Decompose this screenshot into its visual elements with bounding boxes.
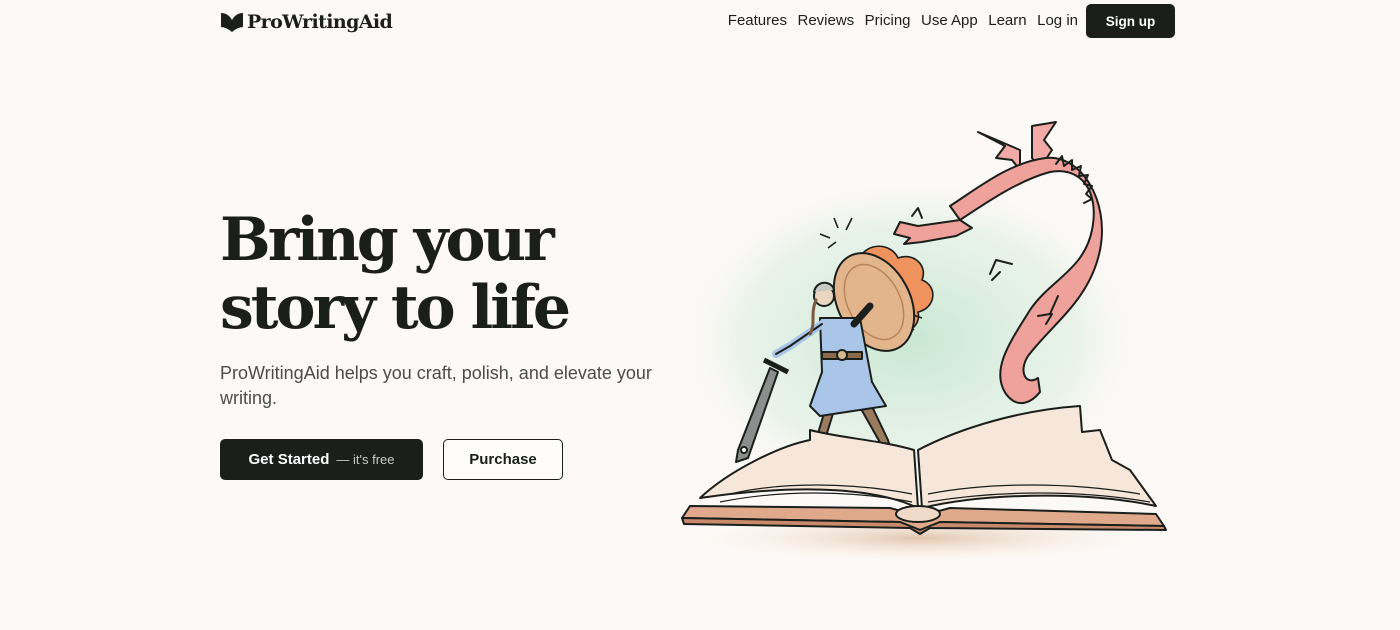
hero-illustration	[670, 121, 1170, 564]
sign-up-button[interactable]: Sign up	[1086, 4, 1175, 38]
main-nav: Features Reviews Pricing Use App Learn L…	[728, 11, 1078, 31]
get-started-button[interactable]: Get Started — it's free	[220, 439, 423, 480]
nav-use-app[interactable]: Use App	[921, 11, 978, 31]
hero-title: Bring your story to life	[220, 206, 680, 342]
book-heart-icon	[221, 13, 243, 32]
nav-pricing[interactable]: Pricing	[865, 11, 911, 31]
purchase-button[interactable]: Purchase	[443, 439, 563, 480]
hero-title-line-1: Bring your	[220, 205, 555, 275]
logo-link[interactable]: ProWritingAid	[220, 9, 393, 35]
nav-reviews[interactable]: Reviews	[797, 11, 854, 31]
hero-title-line-2: story to life	[220, 273, 571, 343]
get-started-note: — it's free	[336, 452, 395, 467]
nav-learn[interactable]: Learn	[988, 11, 1026, 31]
hero-subtitle: ProWritingAid helps you craft, polish, a…	[220, 363, 652, 408]
site-header: ProWritingAid Features Reviews Pricing U…	[0, 0, 1400, 44]
nav-features[interactable]: Features	[728, 11, 787, 31]
logo-text: ProWritingAid	[247, 11, 393, 33]
get-started-label: Get Started	[248, 451, 330, 468]
nav-log-in[interactable]: Log in	[1037, 11, 1078, 31]
